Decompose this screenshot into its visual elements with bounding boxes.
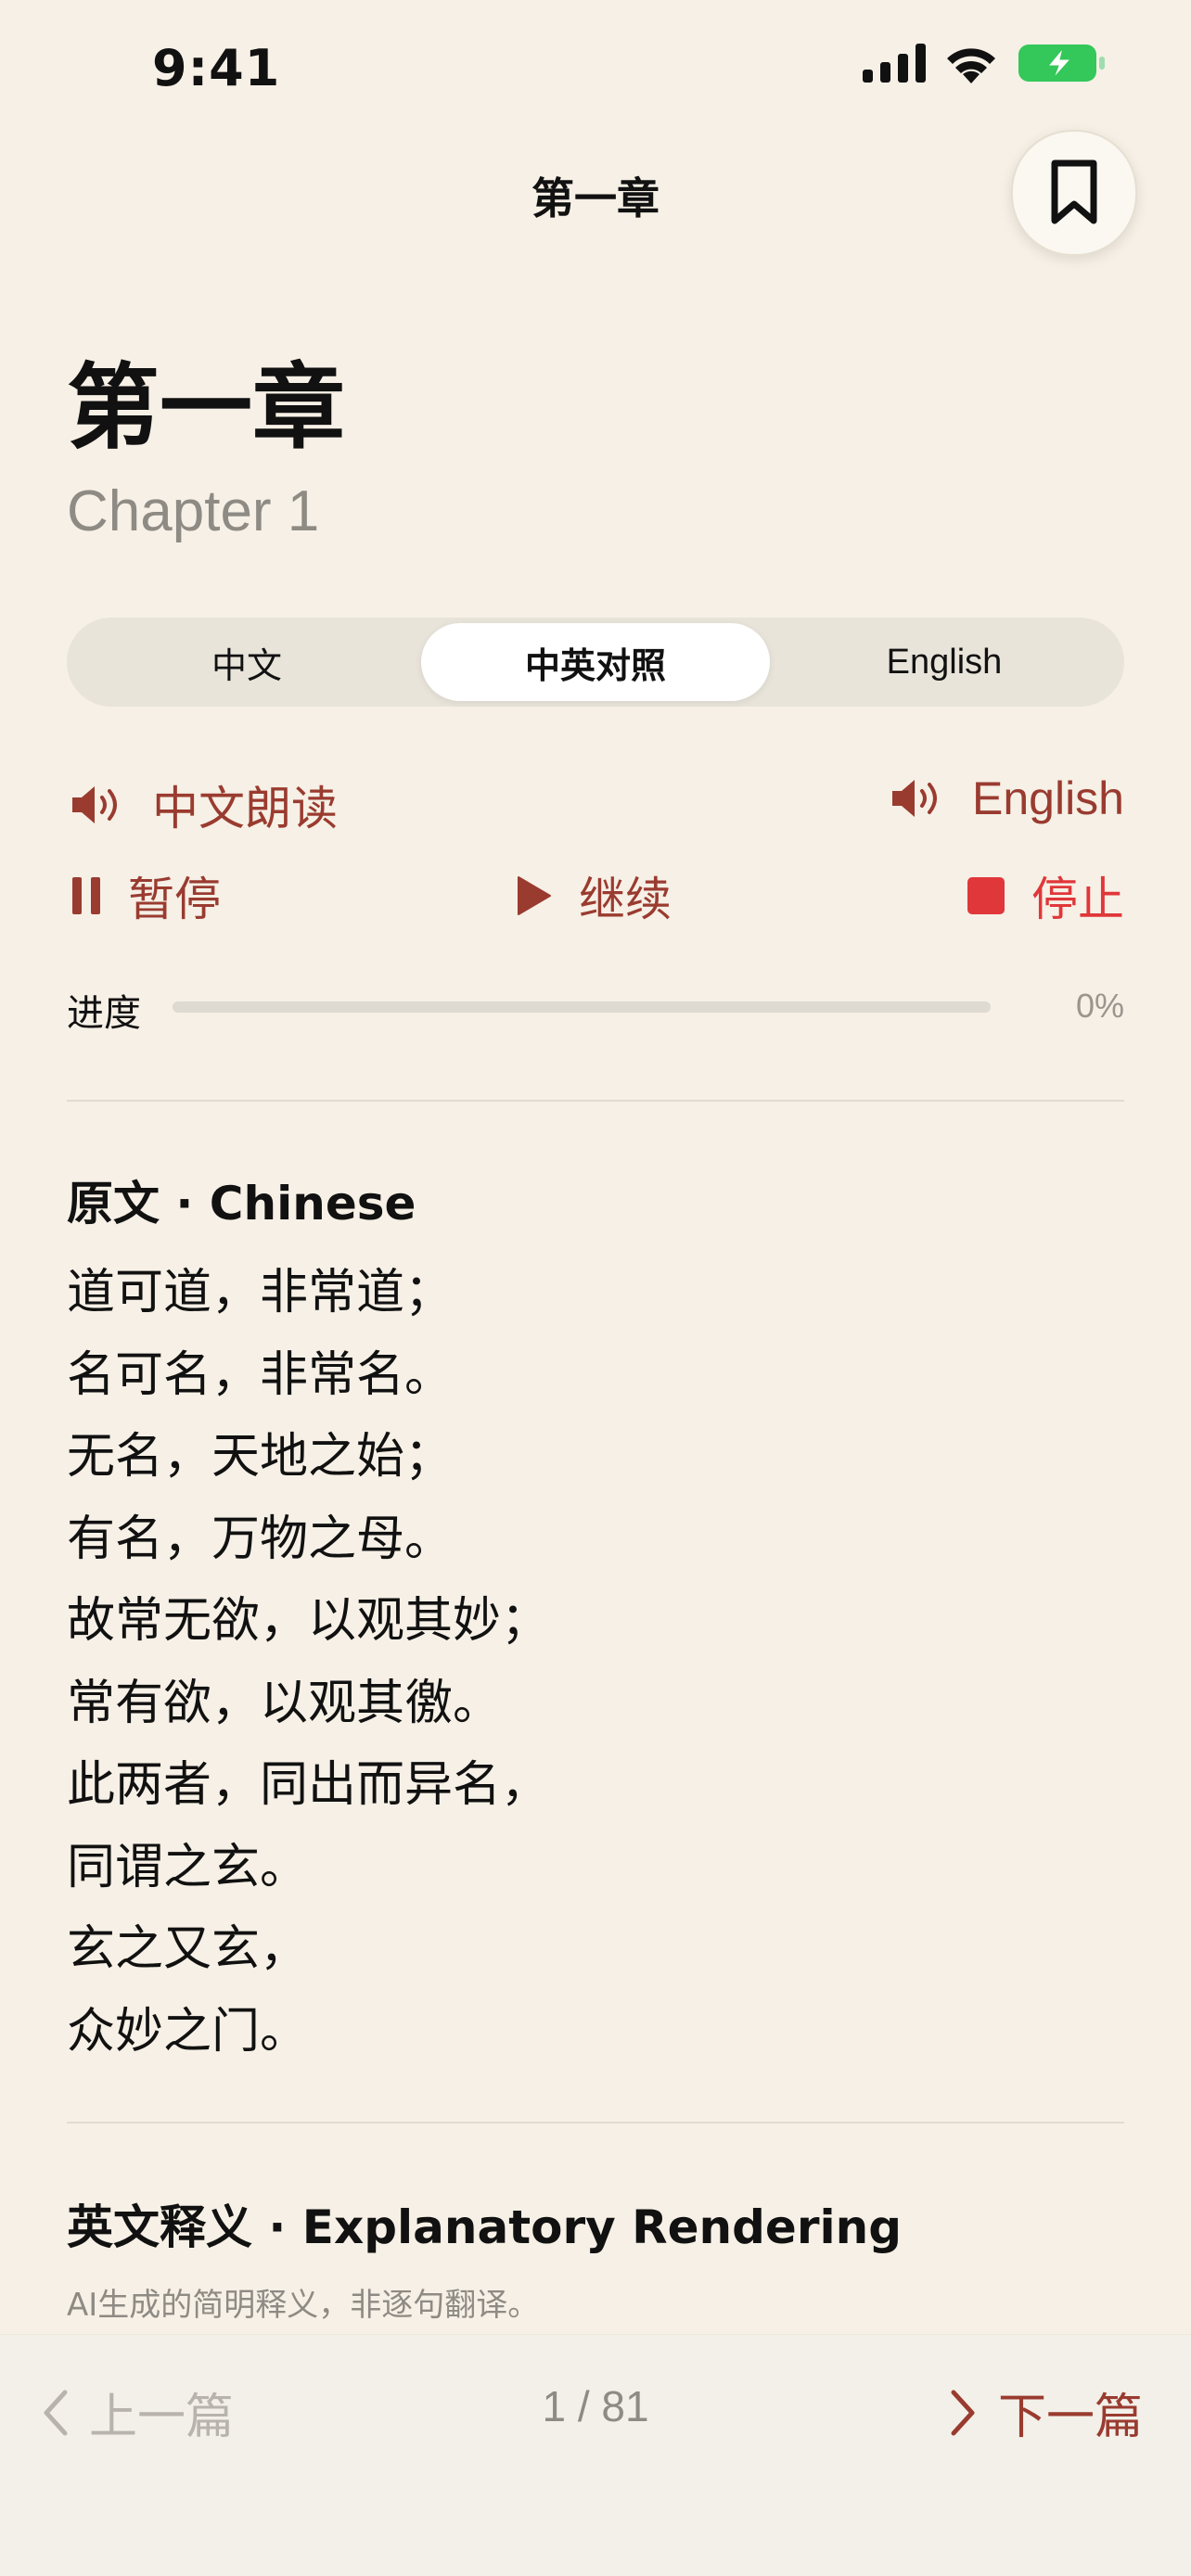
read-english-button[interactable]: English <box>890 772 1124 825</box>
verse-line: 此两者，同出而异名， <box>67 1757 550 1813</box>
status-time: 9:41 <box>152 39 281 97</box>
read-english-label: English <box>972 772 1124 824</box>
battery-charging-icon <box>1018 45 1105 82</box>
explanation-note: AI生成的简明释义，非逐句翻译。 <box>67 2287 540 2324</box>
read-chinese-button[interactable]: 中文朗读 <box>70 772 338 838</box>
original-section-heading: 原文 · Chinese <box>67 1177 416 1231</box>
chapter-title: 第一章 <box>67 353 345 462</box>
pause-label: 暂停 <box>128 874 221 925</box>
resume-label: 继续 <box>579 874 672 925</box>
stop-button[interactable]: 停止 <box>967 862 1124 929</box>
bookmark-icon <box>1051 159 1097 224</box>
verse-line: 无名，天地之始； <box>67 1429 454 1485</box>
wifi-icon <box>947 48 995 83</box>
divider <box>67 2122 1124 2123</box>
verse-line: 有名，万物之母。 <box>67 1511 454 1567</box>
read-chinese-label: 中文朗读 <box>152 783 338 835</box>
original-verse-list: 道可道，非常道； 名可名，非常名。 无名，天地之始； 有名，万物之母。 故常无欲… <box>67 1252 549 2072</box>
chapter-subtitle: Chapter 1 <box>67 479 320 543</box>
language-mode-segmented-control: 中文 中英对照 English <box>67 618 1124 707</box>
progress-bar[interactable] <box>173 1001 991 1013</box>
resume-button[interactable]: 继续 <box>516 862 672 929</box>
pause-button[interactable]: 暂停 <box>70 862 221 929</box>
progress-percent: 0% <box>1075 987 1124 1025</box>
bookmark-button[interactable] <box>1011 130 1137 256</box>
verse-line: 玄之又玄， <box>67 1921 309 1977</box>
pause-icon <box>72 877 100 914</box>
stop-label: 停止 <box>1031 874 1124 925</box>
reader-screen: 9:41 第一章 第一章 Chapter 1 中文 中英对照 English 中… <box>0 0 1191 2576</box>
chevron-right-icon <box>951 2390 975 2435</box>
next-chapter-button[interactable]: 下一篇 <box>950 2378 1143 2447</box>
speaker-icon <box>892 780 937 817</box>
explanation-section-heading: 英文释义 · Explanatory Rendering <box>67 2200 903 2254</box>
bottom-navigation-bar <box>0 2335 1191 2576</box>
cellular-signal-icon <box>863 44 926 83</box>
verse-line: 道可道，非常道； <box>67 1265 454 1320</box>
divider <box>67 1100 1124 1102</box>
speaker-icon <box>72 786 117 823</box>
status-icons <box>863 43 1106 83</box>
verse-line: 常有欲，以观其徼。 <box>67 1675 502 1731</box>
verse-line: 故常无欲，以观其妙； <box>67 1593 550 1649</box>
verse-line: 同谓之玄。 <box>67 1839 309 1895</box>
progress-label: 进度 <box>67 992 141 1035</box>
verse-line: 众妙之门。 <box>67 2003 309 2060</box>
mode-bilingual[interactable]: 中英对照 <box>421 623 770 701</box>
next-chapter-label: 下一篇 <box>997 2390 1143 2445</box>
verse-line: 名可名，非常名。 <box>67 1346 454 1403</box>
play-icon <box>518 876 551 915</box>
mode-chinese[interactable]: 中文 <box>72 623 421 701</box>
mode-english[interactable]: English <box>770 623 1119 701</box>
stop-icon <box>967 877 1005 914</box>
